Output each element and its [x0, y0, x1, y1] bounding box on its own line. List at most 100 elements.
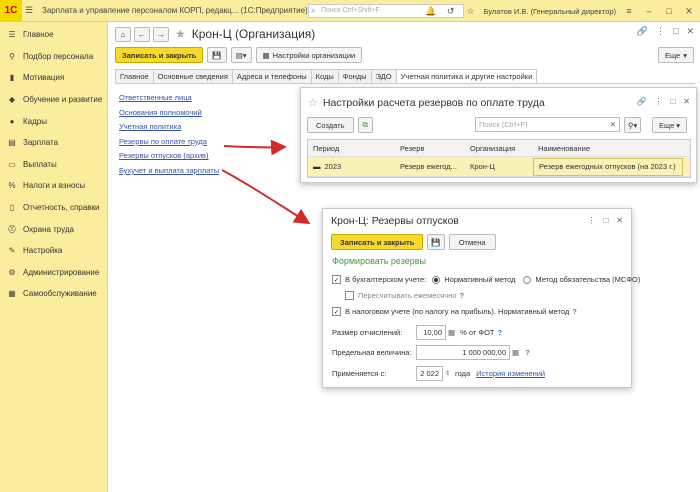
link-icon[interactable]: 🔗	[636, 97, 646, 106]
save-close-button[interactable]: Записать и закрыть	[331, 234, 424, 250]
save-button[interactable]: 💾	[207, 47, 227, 63]
sidebar-item-main[interactable]: ☰ Главное	[0, 24, 107, 46]
link-icon[interactable]: 🔗	[637, 26, 648, 37]
save-button[interactable]: 💾	[427, 234, 445, 250]
column-period[interactable]: Период	[308, 144, 395, 153]
settings-links: Ответственные лица Основания полномочий …	[119, 93, 219, 181]
reserve-settings-window: ☆ Настройки расчета резервов по оплате т…	[300, 87, 697, 183]
sidebar-item-salary[interactable]: ▤ Зарплата	[0, 132, 107, 154]
bell-icon[interactable]: 🔔	[424, 6, 438, 17]
help-icon[interactable]: ?	[572, 307, 577, 316]
maximize-icon[interactable]: □	[673, 26, 678, 37]
accounting-checkbox[interactable]: ✓	[332, 275, 341, 284]
applies-year-input[interactable]: 2 022	[416, 366, 443, 381]
limit-input[interactable]: 1 000 000,00	[416, 345, 510, 360]
help-icon[interactable]: ?	[459, 291, 464, 300]
sidebar-item-motivation[interactable]: ▮ Мотивация	[0, 67, 107, 89]
applies-year-value: 2 022	[420, 369, 439, 378]
tab-funds[interactable]: Фонды	[337, 69, 371, 84]
home-button[interactable]: ⌂	[115, 26, 131, 42]
sidebar-item-reports[interactable]: ▯ Отчетность, справки	[0, 197, 107, 219]
history-icon[interactable]: ↺	[444, 6, 458, 17]
sidebar-item-administration[interactable]: ⚙ Администрирование	[0, 262, 107, 284]
rate-label: Размер отчислений:	[332, 328, 403, 337]
list-search-input[interactable]: Поиск (Ctrl+F) ✕	[475, 117, 620, 132]
home-icon: ⌂	[120, 29, 126, 39]
link-responsible-persons[interactable]: Ответственные лица	[119, 93, 219, 108]
link-accounting-policy[interactable]: Учетная политика	[119, 122, 219, 137]
save-close-button[interactable]: Записать и закрыть	[115, 47, 204, 63]
ifrs-method-radio[interactable]	[523, 275, 532, 284]
close-icon[interactable]: ✕	[616, 216, 623, 225]
minimize-icon[interactable]: –	[642, 6, 656, 16]
star-icon[interactable]: ☆	[464, 6, 478, 17]
more-button[interactable]: Еще ▾	[652, 117, 688, 133]
tab-main[interactable]: Главное	[115, 69, 153, 84]
maximize-icon[interactable]: □	[603, 216, 608, 225]
copy-button[interactable]: ⧉	[357, 117, 373, 133]
menu-icon[interactable]: ☰	[22, 5, 36, 16]
tab-edo[interactable]: ЭДО	[370, 69, 396, 84]
column-reserve[interactable]: Резерв	[395, 144, 465, 153]
column-name[interactable]: Наименование	[533, 144, 683, 153]
help-icon[interactable]: ?	[525, 348, 530, 357]
print-dropdown-button[interactable]: ▤▾	[230, 47, 252, 63]
cancel-button[interactable]: Отмена	[448, 234, 496, 250]
maximize-icon[interactable]: □	[662, 6, 676, 16]
forward-button[interactable]: →	[153, 26, 169, 42]
spinner-icon[interactable]: ⇕	[445, 370, 450, 377]
calculator-icon[interactable]: ▦	[448, 328, 455, 337]
link-payroll-accounting[interactable]: Бухучет и выплата зарплаты	[119, 166, 219, 181]
link-payroll-reserves[interactable]: Резервы по оплате труда	[119, 137, 219, 152]
cell-reserve: Резерв ежегод...	[400, 162, 457, 171]
vacation-reserve-window: Крон-Ц: Резервы отпусков ⋮ □ ✕ Записать …	[322, 208, 640, 388]
favorite-star-icon[interactable]: ★	[175, 27, 186, 41]
more-vert-icon[interactable]: ⋮	[587, 216, 595, 225]
more-button[interactable]: Еще ▾	[657, 47, 694, 63]
more-label: Еще	[664, 50, 681, 60]
reserve-settings-table: Период Резерв Организация Наименование ▬…	[307, 139, 691, 178]
calculator-icon[interactable]: ▦	[512, 348, 519, 357]
sidebar-item-self-service[interactable]: ▦ Самообслуживание	[0, 283, 107, 305]
settings-icon[interactable]: ≡	[622, 6, 636, 16]
back-button[interactable]: ←	[134, 26, 150, 42]
tab-accounting-policy[interactable]: Учетная политика и другие настройки	[395, 69, 538, 84]
sidebar-item-personnel[interactable]: ● Кадры	[0, 110, 107, 132]
maximize-icon[interactable]: □	[670, 97, 675, 106]
rate-input[interactable]: 10,00	[416, 325, 446, 340]
floppy-icon: 💾	[431, 237, 441, 247]
favorite-star-icon[interactable]: ☆	[308, 96, 318, 109]
help-icon[interactable]: ?	[498, 328, 503, 337]
tab-codes[interactable]: Коды	[310, 69, 338, 84]
create-button[interactable]: Создать	[307, 117, 354, 133]
link-authority-grounds[interactable]: Основания полномочий	[119, 108, 219, 123]
more-vert-icon[interactable]: ⋮	[656, 26, 665, 37]
org-settings-button[interactable]: ▦ Настройки организации	[255, 47, 363, 63]
sidebar-item-settings[interactable]: ✎ Настройка	[0, 240, 107, 262]
monthly-recalc-checkbox[interactable]	[345, 291, 354, 300]
close-icon[interactable]: ✕	[682, 6, 696, 17]
history-link[interactable]: История изменений	[476, 369, 545, 378]
tax-accounting-checkbox[interactable]: ✓	[332, 307, 341, 316]
search-button[interactable]: ⚲▾	[624, 117, 642, 133]
tab-addresses[interactable]: Адреса и телефоны	[231, 69, 311, 84]
rate-value: 10,00	[423, 328, 442, 337]
column-organization[interactable]: Организация	[465, 144, 533, 153]
sidebar-item-label: Зарплата	[23, 138, 59, 148]
sidebar-item-recruiting[interactable]: ⚲ Подбор персонала	[0, 46, 107, 68]
tab-basic-info[interactable]: Основные сведения	[152, 69, 232, 84]
org-settings-label: Настройки организации	[272, 50, 356, 60]
sidebar-item-taxes[interactable]: % Налоги и взносы	[0, 175, 107, 197]
more-vert-icon[interactable]: ⋮	[654, 97, 662, 106]
cell-name: Резерв ежегодных отпусков (на 2023 г.)	[533, 157, 683, 176]
sidebar-item-education[interactable]: ◆ Обучение и развитие	[0, 89, 107, 111]
link-vacation-reserves-archive[interactable]: Резервы отпусков (архив)	[119, 151, 219, 166]
clear-icon[interactable]: ✕	[610, 120, 616, 129]
user-name[interactable]: Булатов И.В. (Генеральный директор)	[484, 7, 616, 16]
close-icon[interactable]: ✕	[683, 97, 690, 106]
sidebar-item-payments[interactable]: ▭ Выплаты	[0, 154, 107, 176]
sidebar-item-safety[interactable]: ⛑ Охрана труда	[0, 218, 107, 240]
table-row[interactable]: ▬ 2023 Резерв ежегод... Крон-Ц Резерв еже…	[308, 157, 690, 177]
close-icon[interactable]: ✕	[686, 26, 694, 37]
normative-method-radio[interactable]	[432, 275, 441, 284]
